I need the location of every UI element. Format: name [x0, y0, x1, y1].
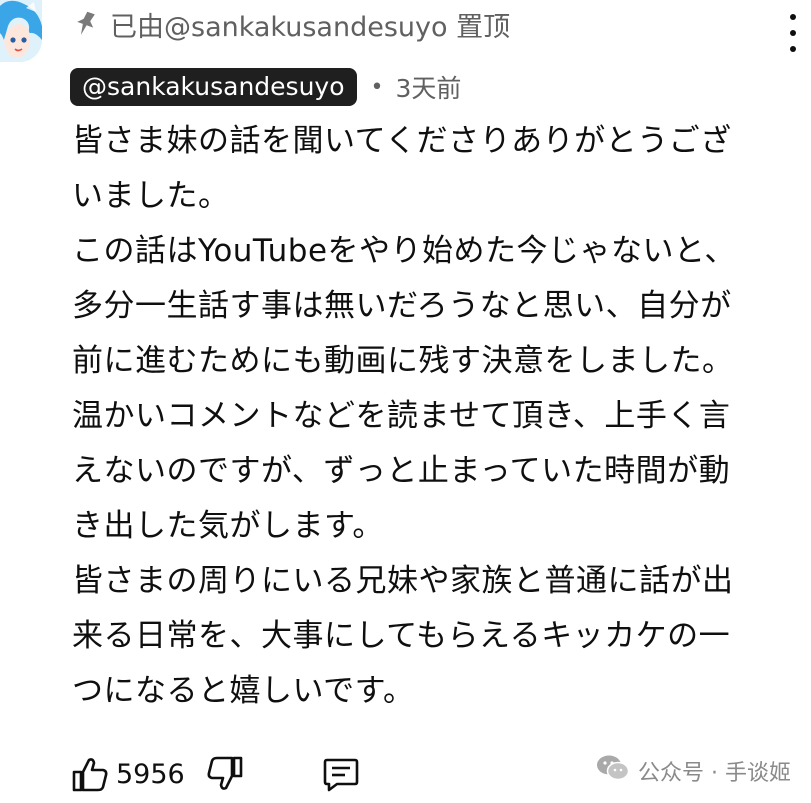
comment-line: き出した気がします。	[72, 508, 384, 544]
avatar[interactable]	[0, 0, 42, 62]
comment-line: この話はYouTubeをやり始めた今じゃないと、	[72, 233, 736, 269]
comment-timestamp[interactable]: 3天前	[395, 69, 461, 105]
comment-meta: • 3天前	[371, 69, 462, 105]
comment-text: 皆さま妹の話を聞いてくださりありがとうござ いました。 この話はYouTubeを…	[72, 114, 802, 719]
comment-line: 皆さまの周りにいる兄妹や家族と普通に話が出	[72, 563, 734, 599]
comment-actions: 5956	[68, 748, 363, 800]
comment-line: 皆さま妹の話を聞いてくださりありがとうござ	[72, 123, 732, 159]
thumbs-down-icon[interactable]	[203, 752, 247, 796]
comment-line: いました。	[72, 178, 230, 214]
watermark: 公众号 · 手谈姬	[596, 754, 791, 788]
comment-line: 来る日常を、大事にしてもらえるキッカケの一	[72, 618, 731, 654]
pinned-indicator: 已由@sankakusandesuyo 置顶	[74, 4, 510, 44]
comment-header: @sankakusandesuyo • 3天前	[70, 68, 461, 106]
pinned-text: 已由@sankakusandesuyo 置顶	[110, 11, 511, 43]
pin-icon	[74, 10, 98, 38]
thumbs-up-icon[interactable]	[68, 752, 112, 796]
comment-line: 温かいコメントなどを読ませて頂き、上手く言	[72, 398, 731, 434]
meta-separator: •	[370, 74, 384, 100]
author-handle-chip[interactable]: @sankakusandesuyo	[70, 68, 357, 106]
watermark-text: 公众号 · 手谈姬	[638, 761, 791, 786]
wechat-icon	[596, 754, 630, 788]
comment-line: 前に進むためにも動画に残す決意をしました。	[72, 343, 734, 379]
more-options-icon[interactable]	[783, 10, 803, 56]
reply-comment-icon[interactable]	[319, 752, 363, 796]
comment-line: えないのですが、ずっと止まっていた時間が動	[72, 453, 731, 489]
comment-line: つになると嬉しいです。	[72, 673, 415, 709]
like-count: 5956	[116, 758, 185, 790]
comment-line: 多分一生話す事は無いだろうなと思い、自分が	[72, 288, 732, 324]
